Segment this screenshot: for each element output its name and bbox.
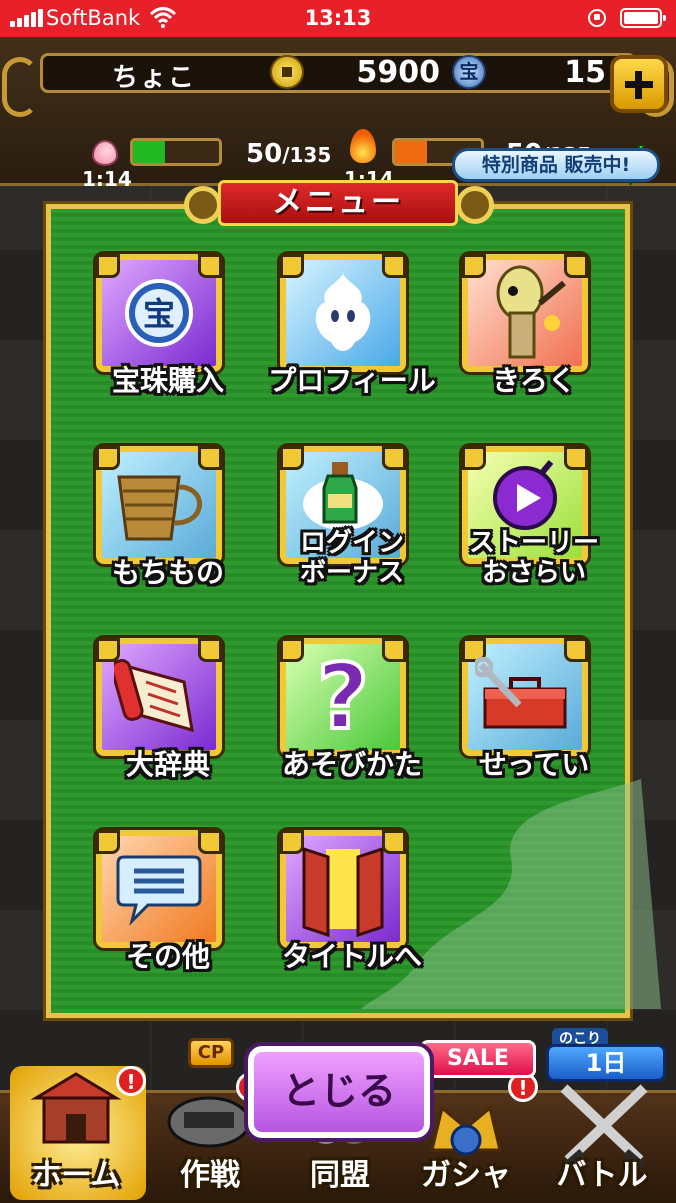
menu-item-label: タイトルへ <box>281 940 422 973</box>
door-icon <box>302 846 384 938</box>
flame-icon <box>350 129 376 163</box>
ornament-left <box>2 57 38 117</box>
peach-stamina-icon <box>92 140 118 166</box>
menu-item-label: その他 <box>125 940 210 973</box>
treasure-orb-icon: 宝 <box>125 279 193 347</box>
close-button[interactable]: とじる <box>244 1042 434 1142</box>
add-orbs-button[interactable] <box>610 55 668 113</box>
toolbox-icon <box>475 657 567 729</box>
battle-bar-fill <box>395 141 427 163</box>
rotation-lock-icon <box>588 9 606 27</box>
menu-item-buy-orbs[interactable]: 宝 宝珠購入 <box>88 248 248 418</box>
coin-icon <box>270 55 304 89</box>
menu-item-label: ストーリー おさらい <box>444 528 624 588</box>
tab-label: バトル <box>556 1158 648 1193</box>
remaining-value: 1日 <box>546 1044 666 1082</box>
player-name: ちょこ <box>112 63 197 93</box>
remaining-days-badge: のこり 1日 <box>546 1028 668 1084</box>
status-bar: SoftBank 13:13 <box>0 0 676 37</box>
tile: 宝 <box>93 251 225 375</box>
cp-badge: CP <box>188 1038 234 1068</box>
menu-item-label: きろく <box>491 364 576 397</box>
sale-badge: SALE <box>420 1040 536 1078</box>
menu-item-label: ログイン ボーナス <box>262 528 442 588</box>
battery-icon <box>620 8 666 28</box>
speech-bubble-icon <box>116 855 202 926</box>
clock: 13:13 <box>304 6 372 30</box>
menu-item-label-line2: おさらい <box>481 558 586 588</box>
stamina-bar <box>130 138 222 166</box>
menu-item-label: あそびかた <box>281 748 422 781</box>
title-ornament-left <box>184 186 222 224</box>
menu-item-to-title[interactable]: タイトルへ <box>272 824 432 994</box>
menu-item-label: せってい <box>478 748 590 781</box>
menu-item-how-to-play[interactable]: ? あそびかた <box>272 632 432 802</box>
castle-icon <box>30 1072 122 1144</box>
coin-count: 5900 <box>356 55 441 90</box>
tile <box>93 827 225 951</box>
tile <box>93 635 225 759</box>
scroll-icon <box>114 659 194 733</box>
tab-label: 作戦 <box>180 1158 240 1193</box>
menu-item-inventory[interactable]: もちもの <box>88 440 248 610</box>
menu-item-label-line1: ログイン <box>299 528 404 558</box>
stamina-timer: 1:14 <box>82 167 132 191</box>
menu-item-label: プロフィール <box>268 364 436 397</box>
menu-item-records[interactable]: きろく <box>454 248 614 418</box>
question-mark-icon: ? <box>315 652 371 742</box>
menu-item-story-recap[interactable]: ストーリー おさらい <box>454 440 614 610</box>
menu-item-label: 宝珠購入 <box>111 364 224 397</box>
tab-label: 同盟 <box>310 1158 370 1193</box>
menu-title: メニュー <box>218 180 458 226</box>
svg-text:宝: 宝 <box>143 295 175 333</box>
tile <box>93 443 225 567</box>
menu-item-label-line1: ストーリー <box>468 528 599 558</box>
menu-item-label-line2: ボーナス <box>299 558 404 588</box>
tab-label: ガシャ <box>421 1158 511 1193</box>
menu-item-other[interactable]: その他 <box>88 824 248 994</box>
play-bomb-icon <box>493 460 557 531</box>
menu-item-encyclopedia[interactable]: 大辞典 <box>88 632 248 802</box>
menu-item-label: 大辞典 <box>125 748 210 781</box>
basket-icon <box>117 475 202 541</box>
menu-item-settings[interactable]: せってい <box>454 632 614 802</box>
record-character-icon <box>496 265 566 359</box>
treasure-orb-currency-icon: 宝 <box>452 55 486 89</box>
profile-spirit-icon <box>315 274 371 351</box>
tile <box>277 827 409 951</box>
potion-bottle-icon <box>303 462 383 531</box>
menu-item-login-bonus[interactable]: ログイン ボーナス <box>272 440 432 610</box>
tile: ? <box>277 635 409 759</box>
title-ornament-right <box>456 186 494 224</box>
tab-label: ホーム <box>31 1158 121 1193</box>
tab-home[interactable]: ! ホーム <box>6 1060 146 1200</box>
tile <box>459 635 591 759</box>
svg-text:?: ? <box>317 652 369 742</box>
strategy-icon <box>167 1096 251 1148</box>
special-offer-banner[interactable]: 特別商品 販売中! <box>452 148 660 182</box>
tile <box>459 251 591 375</box>
menu-item-label: もちもの <box>111 556 224 589</box>
stamina-bar-fill <box>133 141 165 163</box>
menu-item-profile[interactable]: プロフィール <box>268 248 436 418</box>
orb-count: 15 <box>564 55 606 90</box>
stamina-value: 50/135 <box>246 139 332 169</box>
tile <box>277 251 409 375</box>
